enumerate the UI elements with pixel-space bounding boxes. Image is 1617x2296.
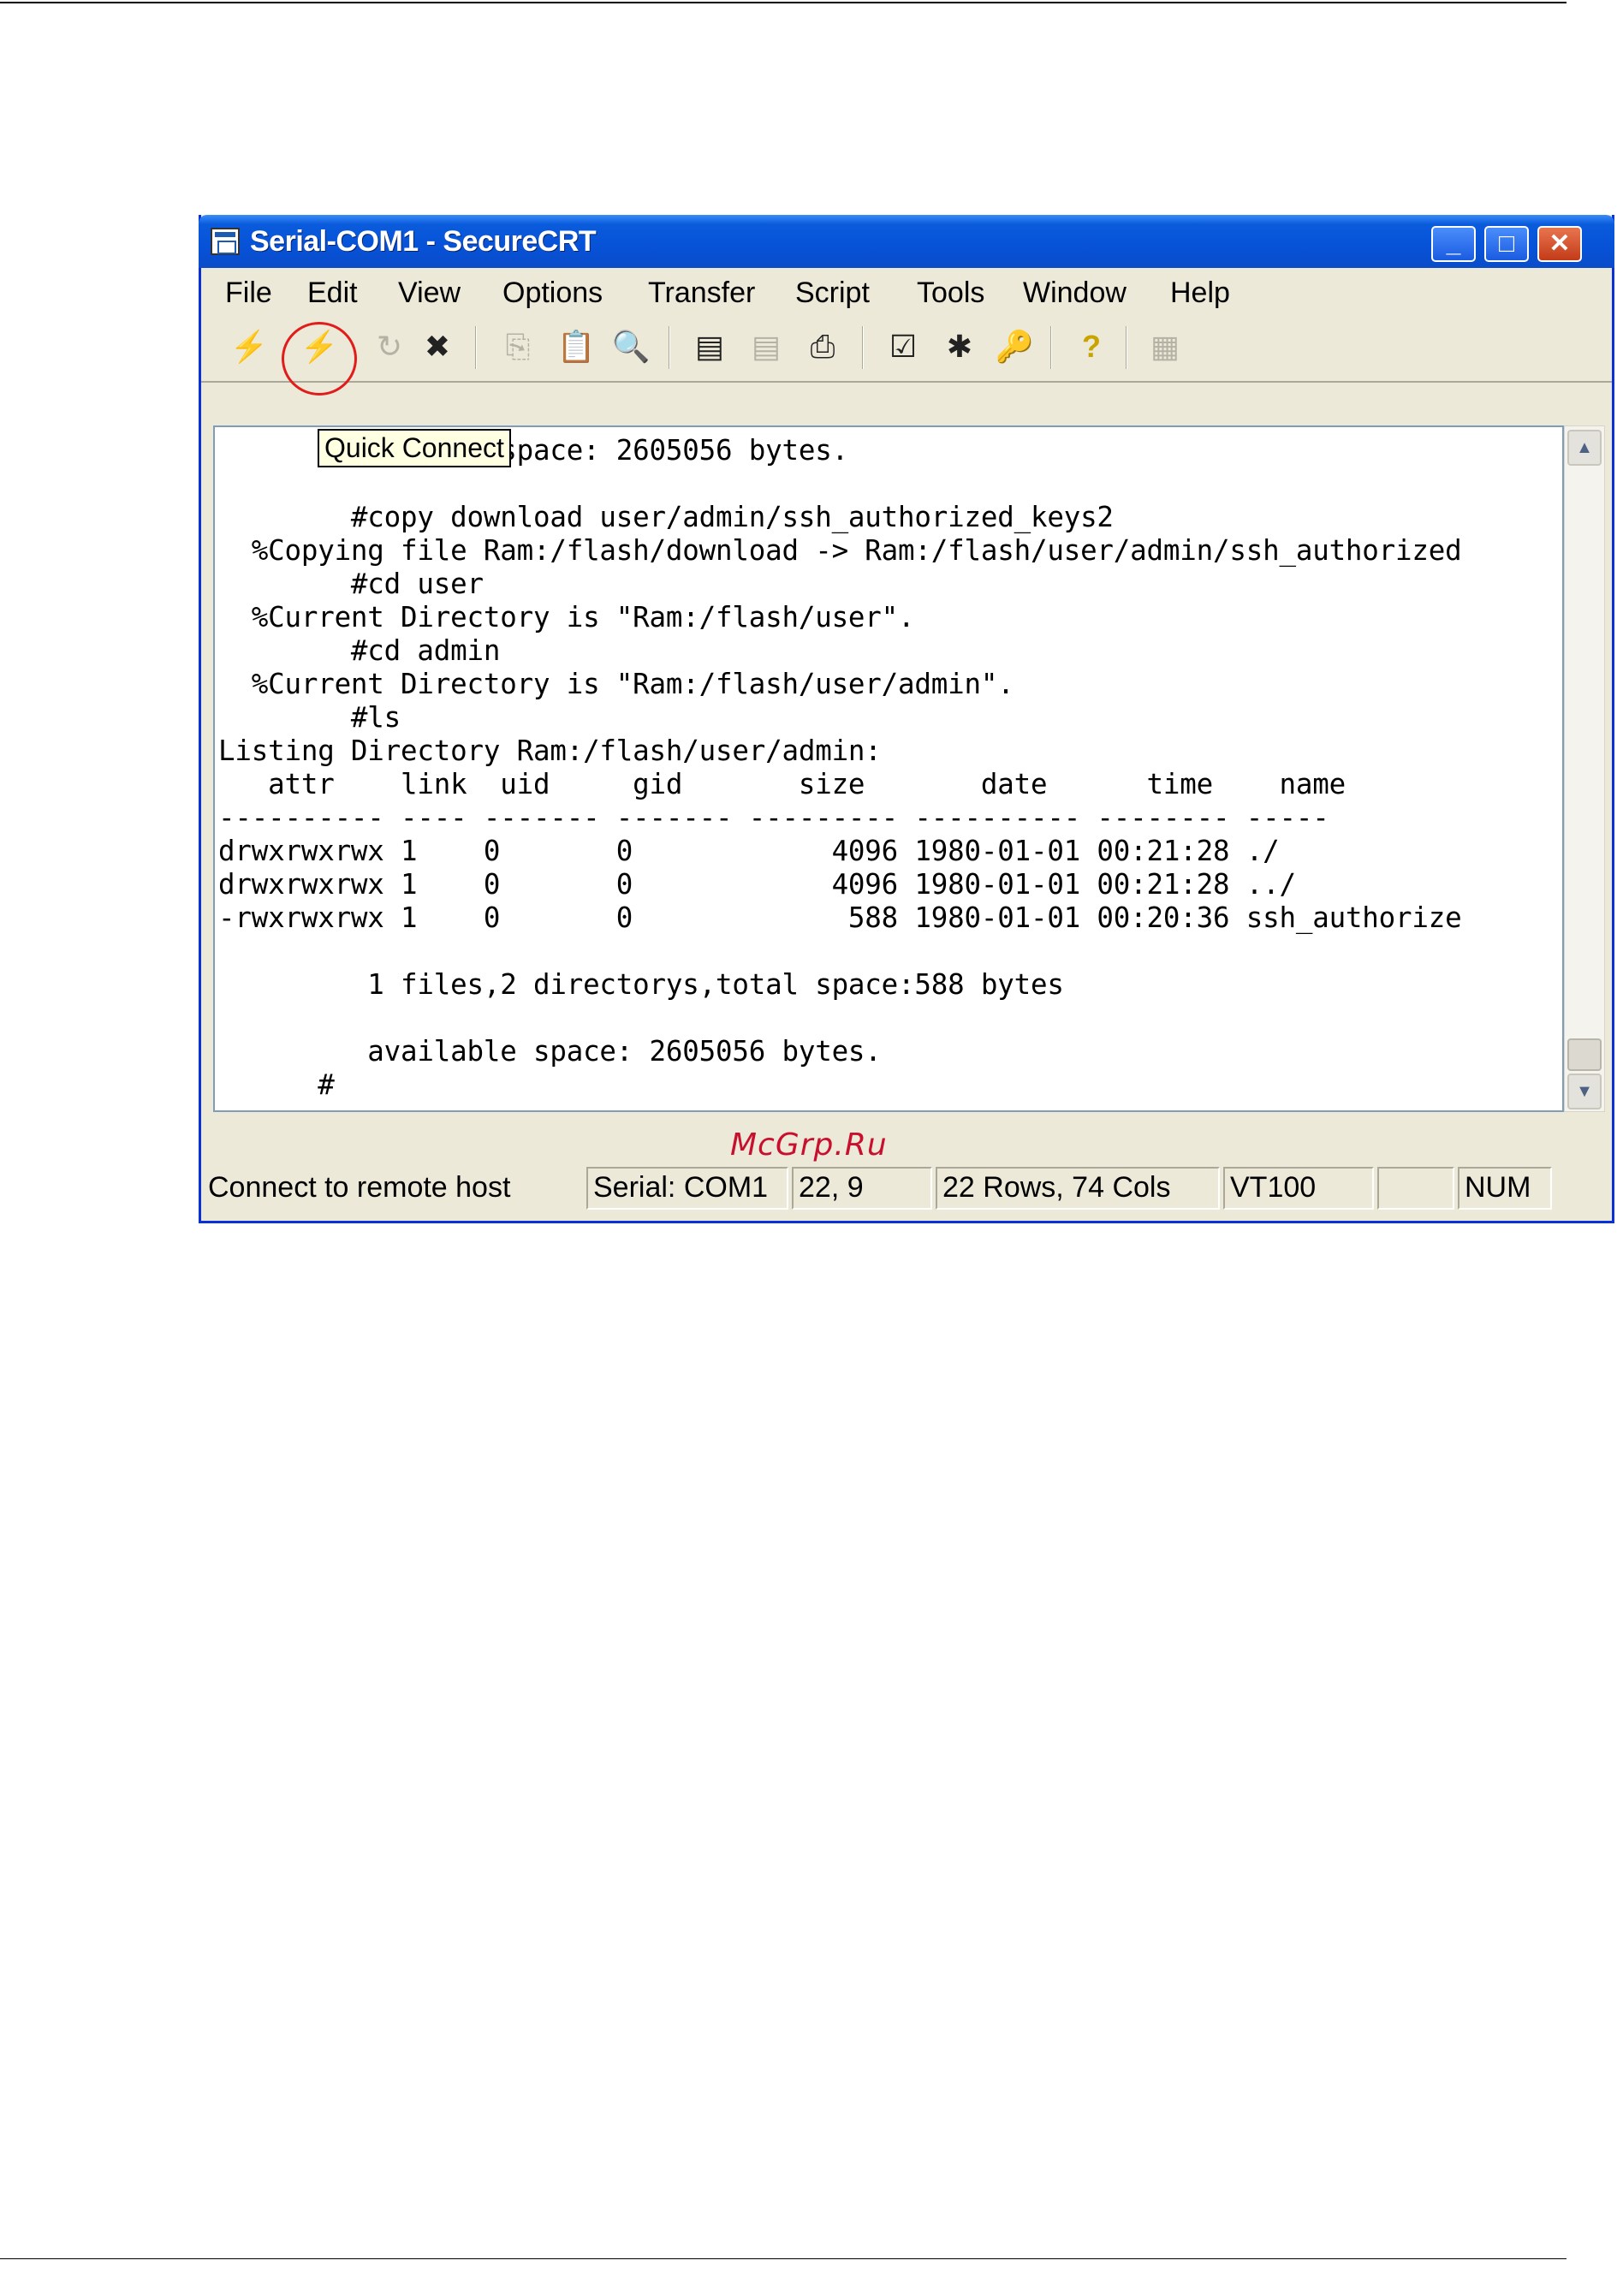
vertical-scrollbar[interactable]: ▲ ▼ bbox=[1564, 425, 1605, 1112]
status-terminal-size: 22 Rows, 74 Cols bbox=[936, 1167, 1220, 1210]
menu-edit[interactable]: Edit bbox=[307, 277, 358, 310]
menu-options[interactable]: Options bbox=[502, 277, 603, 310]
terminal-line: %Current Directory is "Ram:/flash/user/a… bbox=[218, 668, 1014, 700]
quick-connect-highlight-circle bbox=[282, 322, 357, 396]
reconnect-icon[interactable]: ↻ bbox=[367, 324, 412, 369]
find-icon[interactable]: 🔍 bbox=[609, 324, 653, 369]
menu-tools[interactable]: Tools bbox=[917, 277, 984, 310]
page-top-rule bbox=[0, 2, 1566, 3]
page-bottom-rule bbox=[0, 2258, 1566, 2259]
toolbar: ⚡ ⚡ ↻ ✖ ⎘ 📋 🔍 ▤ ▤ ⎙ ☑ ✱ 🔑 ? ▦ bbox=[201, 316, 1612, 396]
terminal-line: Listing Directory Ram:/flash/user/admin: bbox=[218, 735, 882, 767]
scroll-thumb[interactable] bbox=[1567, 1038, 1602, 1071]
terminal-line: attr link uid gid size date time name bbox=[218, 768, 1346, 800]
terminal-line: %Copying file Ram:/flash/download -> Ram… bbox=[218, 534, 1462, 567]
minimize-button[interactable]: _ bbox=[1431, 226, 1476, 262]
scroll-down-icon[interactable]: ▼ bbox=[1567, 1074, 1602, 1109]
toolbar-separator bbox=[1126, 326, 1127, 369]
terminal-line: 1 files,2 directorys,total space:588 byt… bbox=[218, 968, 1064, 1001]
menu-window[interactable]: Window bbox=[1023, 277, 1127, 310]
watermark: McGrp.Ru bbox=[730, 1127, 888, 1163]
keymap-icon[interactable]: 🔑 bbox=[992, 324, 1037, 369]
print-screen-icon[interactable]: ▤ bbox=[687, 324, 732, 369]
status-emulation: VT100 bbox=[1223, 1167, 1374, 1210]
menu-file[interactable]: File bbox=[225, 277, 272, 310]
disconnect-icon[interactable]: ✖ bbox=[415, 324, 460, 369]
terminal-line: #ls bbox=[218, 701, 401, 734]
connect-icon[interactable]: ⚡ bbox=[227, 324, 271, 369]
quick-connect-tooltip: Quick Connect bbox=[318, 429, 511, 467]
terminal-line: available space: 2605056 bytes. bbox=[218, 1035, 882, 1068]
terminal-line: # bbox=[218, 1068, 335, 1101]
toolbar-separator bbox=[862, 326, 864, 369]
window-title: Serial-COM1 - SecureCRT bbox=[250, 225, 597, 258]
menu-help[interactable]: Help bbox=[1170, 277, 1230, 310]
terminal-line: drwxrwxrwx 1 0 0 4096 1980-01-01 00:21:2… bbox=[218, 835, 1280, 867]
print-selection-icon[interactable]: ▤ bbox=[744, 324, 788, 369]
maximize-button[interactable]: □ bbox=[1484, 226, 1529, 262]
sftp-icon[interactable]: ▦ bbox=[1143, 324, 1187, 369]
menu-transfer[interactable]: Transfer bbox=[648, 277, 755, 310]
help-icon[interactable]: ? bbox=[1069, 324, 1114, 369]
terminal-line: #cd admin bbox=[218, 634, 501, 667]
status-caps bbox=[1377, 1167, 1454, 1210]
toolbar-separator bbox=[475, 326, 477, 369]
securecrt-window: Serial-COM1 - SecureCRT _ □ ✕ File Edit … bbox=[199, 215, 1614, 1223]
global-options-icon[interactable]: ✱ bbox=[937, 324, 982, 369]
toolbar-separator bbox=[1050, 326, 1052, 369]
terminal-line: drwxrwxrwx 1 0 0 4096 1980-01-01 00:21:2… bbox=[218, 868, 1296, 901]
title-bar[interactable]: Serial-COM1 - SecureCRT _ □ ✕ bbox=[199, 215, 1614, 268]
status-num-lock: NUM bbox=[1458, 1167, 1552, 1210]
securecrt-app-icon[interactable] bbox=[211, 228, 240, 255]
menu-bar: File Edit View Options Transfer Script T… bbox=[201, 268, 1612, 316]
status-cursor-position: 22, 9 bbox=[792, 1167, 932, 1210]
session-options-icon[interactable]: ☑ bbox=[881, 324, 925, 369]
terminal-line: #cd user bbox=[218, 568, 484, 600]
copy-icon[interactable]: ⎘ bbox=[496, 324, 540, 369]
terminal-line: available space: 2605056 bytes. bbox=[218, 434, 849, 467]
close-button[interactable]: ✕ bbox=[1537, 226, 1582, 262]
status-connection: Serial: COM1 bbox=[586, 1167, 788, 1210]
print-icon[interactable]: ⎙ bbox=[800, 324, 845, 369]
terminal-line: -rwxrwxrwx 1 0 0 588 1980-01-01 00:20:36… bbox=[218, 901, 1462, 934]
menu-script[interactable]: Script bbox=[795, 277, 870, 310]
status-message: Connect to remote host bbox=[208, 1171, 511, 1204]
scroll-up-icon[interactable]: ▲ bbox=[1567, 430, 1602, 466]
terminal-line: %Current Directory is "Ram:/flash/user". bbox=[218, 601, 915, 633]
paste-icon[interactable]: 📋 bbox=[554, 324, 598, 369]
terminal-line: #copy download user/admin/ssh_authorized… bbox=[218, 501, 1114, 533]
terminal-line: ---------- ---- ------- ------- --------… bbox=[218, 801, 1329, 834]
menu-view[interactable]: View bbox=[398, 277, 461, 310]
status-bar: Connect to remote host Serial: COM1 22, … bbox=[201, 1163, 1612, 1220]
terminal-screen[interactable]: available space: 2605056 bytes. #copy do… bbox=[213, 425, 1564, 1112]
toolbar-separator bbox=[669, 326, 670, 369]
